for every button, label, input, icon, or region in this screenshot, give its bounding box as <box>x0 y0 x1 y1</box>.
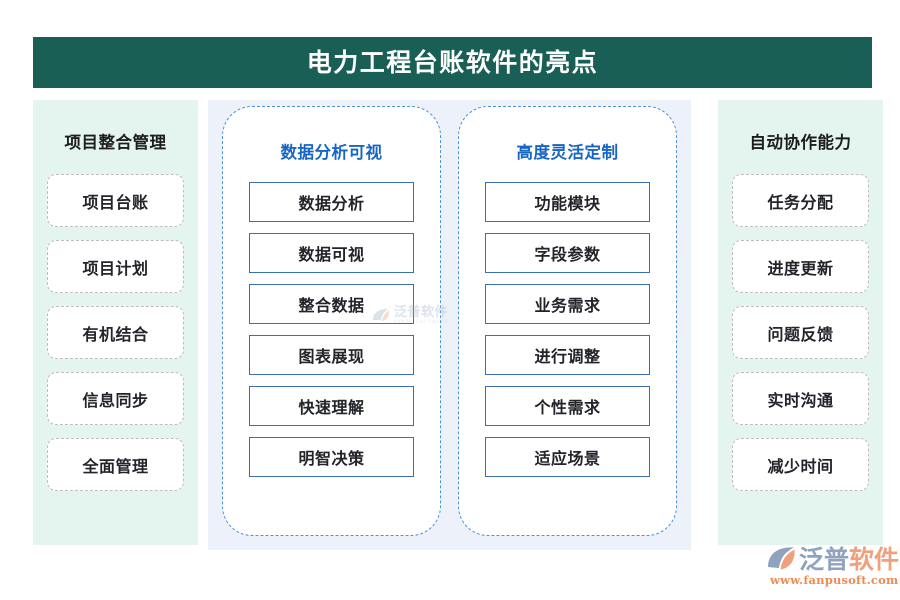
brand-name: 泛普软件 <box>799 547 899 572</box>
middle-panel: 数据分析可视 数据分析 数据可视 整合数据 图表展现 快速理解 明智决策 高度灵… <box>208 100 691 550</box>
list-item[interactable]: 任务分配 <box>732 174 869 227</box>
middle-groups-row: 数据分析可视 数据分析 数据可视 整合数据 图表展现 快速理解 明智决策 高度灵… <box>208 100 691 550</box>
list-item[interactable]: 信息同步 <box>47 372 184 425</box>
brand-name-part2: 软件 <box>849 544 900 574</box>
list-item[interactable]: 功能模块 <box>485 182 650 222</box>
list-item[interactable]: 数据可视 <box>249 233 414 273</box>
list-item[interactable]: 进行调整 <box>485 335 650 375</box>
list-item[interactable]: 问题反馈 <box>732 306 869 359</box>
list-item[interactable]: 项目计划 <box>47 240 184 293</box>
right-column-heading: 自动协作能力 <box>749 133 852 152</box>
right-column: 自动协作能力 任务分配 进度更新 问题反馈 实时沟通 减少时间 <box>718 100 883 545</box>
list-item[interactable]: 图表展现 <box>249 335 414 375</box>
middle-group-customization: 高度灵活定制 功能模块 字段参数 业务需求 进行调整 个性需求 适应场景 <box>458 106 677 536</box>
list-item[interactable]: 个性需求 <box>485 386 650 426</box>
list-item[interactable]: 项目台账 <box>47 174 184 227</box>
brand-swoosh-icon <box>766 546 796 572</box>
list-item[interactable]: 有机结合 <box>47 306 184 359</box>
infographic-canvas: 电力工程台账软件的亮点 项目整合管理 项目台账 项目计划 有机结合 信息同步 全… <box>0 0 900 600</box>
page-header-bar: 电力工程台账软件的亮点 <box>33 37 872 88</box>
list-item[interactable]: 实时沟通 <box>732 372 869 425</box>
list-item[interactable]: 全面管理 <box>47 438 184 491</box>
left-column: 项目整合管理 项目台账 项目计划 有机结合 信息同步 全面管理 <box>33 100 198 545</box>
list-item[interactable]: 减少时间 <box>732 438 869 491</box>
list-item[interactable]: 业务需求 <box>485 284 650 324</box>
list-item[interactable]: 进度更新 <box>732 240 869 293</box>
brand-url: www.fanpusoft.com <box>770 573 899 587</box>
brand-row: 泛普软件 <box>766 546 899 572</box>
page-title: 电力工程台账软件的亮点 <box>306 48 599 77</box>
list-item[interactable]: 字段参数 <box>485 233 650 273</box>
left-column-heading: 项目整合管理 <box>64 133 167 152</box>
brand-logo: 泛普软件 www.fanpusoft.com <box>766 546 899 587</box>
list-item[interactable]: 适应场景 <box>485 437 650 477</box>
middle-group-heading: 高度灵活定制 <box>516 143 619 162</box>
list-item[interactable]: 整合数据 <box>249 284 414 324</box>
middle-group-heading: 数据分析可视 <box>280 143 383 162</box>
middle-group-data-analysis: 数据分析可视 数据分析 数据可视 整合数据 图表展现 快速理解 明智决策 <box>222 106 441 536</box>
list-item[interactable]: 数据分析 <box>249 182 414 222</box>
list-item[interactable]: 快速理解 <box>249 386 414 426</box>
list-item[interactable]: 明智决策 <box>249 437 414 477</box>
brand-name-part1: 泛普 <box>799 544 850 574</box>
